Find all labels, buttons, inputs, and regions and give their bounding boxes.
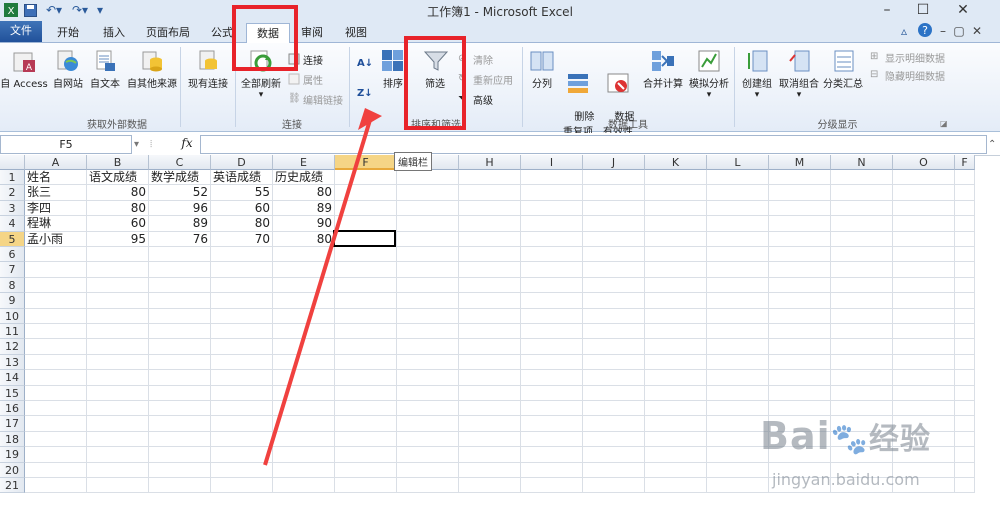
annotation-arrow bbox=[263, 108, 382, 466]
